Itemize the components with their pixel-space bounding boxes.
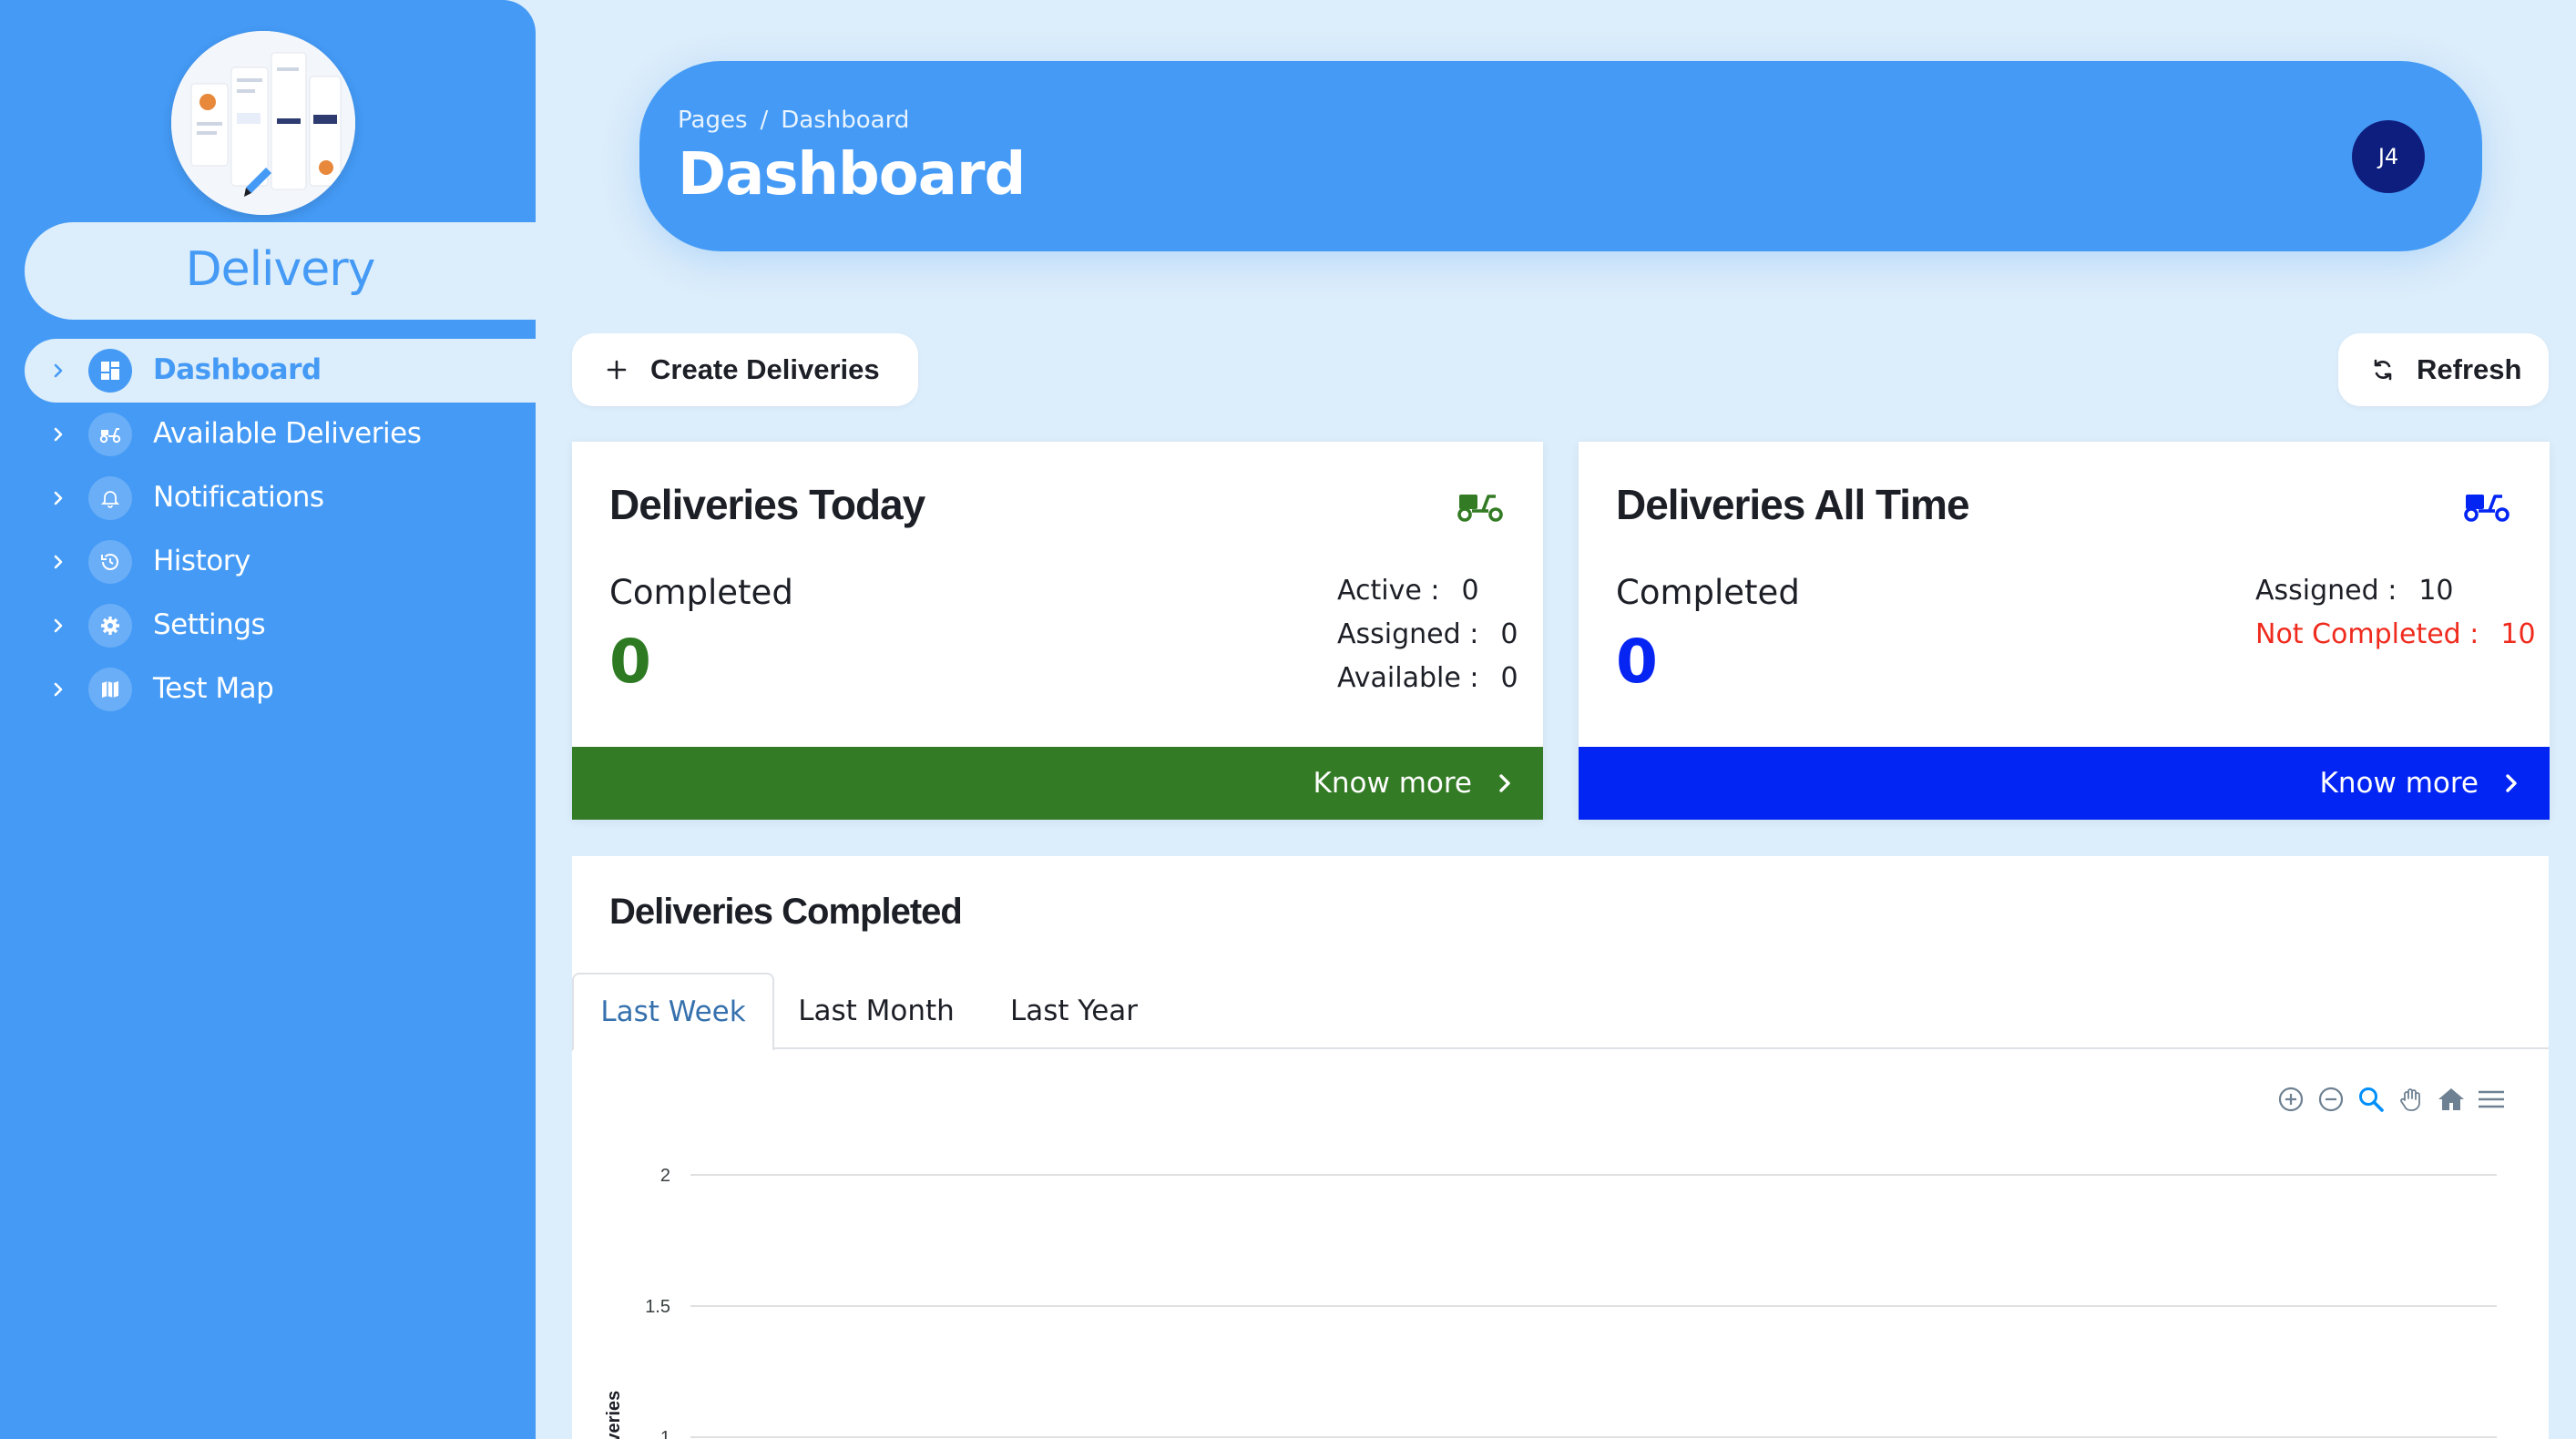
zoom-out-icon[interactable] bbox=[2315, 1084, 2346, 1115]
sidebar-item-label: Dashboard bbox=[153, 353, 322, 386]
chevron-right-icon bbox=[54, 555, 63, 569]
user-avatar[interactable]: J4 bbox=[2352, 120, 2425, 193]
sidebar-item-label: Available Deliveries bbox=[153, 417, 422, 450]
completed-value: 0 bbox=[1616, 627, 1658, 697]
chevron-right-icon bbox=[54, 363, 63, 378]
chevron-right-icon bbox=[1499, 774, 1510, 792]
history-icon bbox=[88, 540, 132, 584]
y-tick-label: 1.5 bbox=[645, 1297, 670, 1317]
y-tick-label: 1 bbox=[660, 1428, 670, 1439]
stat-label: Available : bbox=[1337, 662, 1479, 694]
sidebar-item-notifications[interactable]: Notifications bbox=[0, 466, 536, 530]
tab-last-month[interactable]: Last Month bbox=[774, 973, 978, 1049]
deliveries-today-card: Deliveries Today Completed 0 Active : 0 A… bbox=[572, 442, 1543, 820]
sidebar-item-settings[interactable]: Settings bbox=[0, 594, 536, 658]
stat-assigned: Assigned : 10 bbox=[2255, 569, 2536, 613]
create-deliveries-button[interactable]: Create Deliveries bbox=[572, 333, 918, 406]
breadcrumb-pages-link[interactable]: Pages bbox=[678, 107, 748, 134]
app-logo bbox=[171, 31, 355, 215]
stat-label: Assigned : bbox=[2255, 575, 2397, 607]
app-logo-illustration-icon bbox=[171, 31, 355, 215]
chevron-right-icon bbox=[54, 682, 63, 697]
breadcrumb: Pages / Dashboard bbox=[678, 107, 909, 134]
map-icon bbox=[88, 668, 132, 711]
chevron-right-icon bbox=[54, 618, 63, 633]
stat-value: 10 bbox=[2418, 575, 2454, 607]
tab-last-year[interactable]: Last Year bbox=[978, 973, 1170, 1049]
refresh-icon bbox=[2374, 359, 2392, 381]
card-title: Deliveries Today bbox=[609, 481, 925, 528]
breadcrumb-separator: / bbox=[760, 107, 769, 134]
bell-icon bbox=[88, 476, 132, 520]
y-axis-label: Deliveries bbox=[604, 1391, 624, 1439]
sidebar-item-dashboard[interactable]: Dashboard bbox=[25, 339, 536, 403]
chevron-right-icon bbox=[54, 491, 63, 505]
know-more-button[interactable]: Know more bbox=[572, 747, 1543, 820]
brand-pill: Delivery bbox=[25, 222, 536, 320]
completed-label: Completed bbox=[609, 573, 793, 612]
stat-not-completed: Not Completed : 10 bbox=[2255, 613, 2536, 657]
stat-available: Available : 0 bbox=[1337, 657, 1518, 700]
tab-last-week[interactable]: Last Week bbox=[572, 973, 774, 1051]
stat-value: 0 bbox=[1461, 575, 1479, 607]
stat-value: 10 bbox=[2500, 618, 2536, 650]
deliveries-line-chart: 2 1.5 1 Deliveries bbox=[604, 1166, 2497, 1439]
gear-icon bbox=[88, 604, 132, 648]
refresh-button[interactable]: Refresh bbox=[2338, 333, 2549, 406]
scooter-icon bbox=[88, 413, 132, 456]
stat-assigned: Assigned : 0 bbox=[1337, 613, 1518, 657]
brand-name: Delivery bbox=[185, 242, 376, 297]
scooter-icon bbox=[2464, 495, 2510, 522]
stat-active: Active : 0 bbox=[1337, 569, 1518, 613]
sidebar-item-test-map[interactable]: Test Map bbox=[0, 658, 536, 721]
chevron-right-icon bbox=[54, 427, 63, 442]
stats-list: Assigned : 10 Not Completed : 10 bbox=[2255, 569, 2536, 657]
chart-title: Deliveries Completed bbox=[609, 892, 963, 932]
period-tabs: Last Week Last Month Last Year bbox=[572, 973, 2549, 1051]
stats-list: Active : 0 Assigned : 0 Available : 0 bbox=[1337, 569, 1518, 700]
stat-value: 0 bbox=[1500, 662, 1518, 694]
stat-label: Assigned : bbox=[1337, 618, 1479, 650]
create-deliveries-label: Create Deliveries bbox=[650, 353, 880, 385]
breadcrumb-current: Dashboard bbox=[781, 107, 910, 134]
plus-icon bbox=[607, 360, 627, 380]
stat-value: 0 bbox=[1500, 618, 1518, 650]
card-title: Deliveries All Time bbox=[1616, 481, 1970, 528]
refresh-label: Refresh bbox=[2417, 353, 2522, 385]
y-tick-label: 2 bbox=[660, 1166, 670, 1186]
chevron-right-icon bbox=[2506, 774, 2517, 792]
scooter-icon bbox=[1457, 495, 1503, 522]
stat-label: Active : bbox=[1337, 575, 1440, 607]
page-title: Dashboard bbox=[678, 141, 1026, 209]
sidebar-item-history[interactable]: History bbox=[0, 530, 536, 594]
page-header: Pages / Dashboard Dashboard J4 bbox=[639, 61, 2482, 251]
zoom-selection-icon[interactable] bbox=[2356, 1084, 2387, 1115]
reset-home-icon[interactable] bbox=[2436, 1084, 2467, 1115]
menu-icon[interactable] bbox=[2476, 1084, 2507, 1115]
completed-value: 0 bbox=[609, 627, 651, 697]
sidebar: Delivery Dashboard Available Deliveries … bbox=[0, 0, 536, 1439]
deliveries-completed-card: Deliveries Completed Last Week Last Mont… bbox=[572, 856, 2549, 1439]
know-more-button[interactable]: Know more bbox=[1579, 747, 2550, 820]
zoom-in-icon[interactable] bbox=[2275, 1084, 2306, 1115]
deliveries-all-time-card: Deliveries All Time Completed 0 Assigned… bbox=[1579, 442, 2550, 820]
know-more-label: Know more bbox=[2319, 767, 2479, 800]
sidebar-item-label: History bbox=[153, 545, 250, 577]
sidebar-item-label: Settings bbox=[153, 608, 266, 641]
completed-label: Completed bbox=[1616, 573, 1800, 612]
sidebar-item-label: Test Map bbox=[153, 672, 274, 705]
dashboard-grid-icon bbox=[88, 349, 132, 393]
stat-label: Not Completed : bbox=[2255, 618, 2479, 650]
know-more-label: Know more bbox=[1313, 767, 1472, 800]
sidebar-item-available-deliveries[interactable]: Available Deliveries bbox=[0, 403, 536, 466]
pan-hand-icon[interactable] bbox=[2396, 1084, 2427, 1115]
chart-toolbar bbox=[2275, 1084, 2516, 1115]
sidebar-nav: Dashboard Available Deliveries Notificat… bbox=[0, 339, 536, 721]
sidebar-item-label: Notifications bbox=[153, 481, 324, 514]
